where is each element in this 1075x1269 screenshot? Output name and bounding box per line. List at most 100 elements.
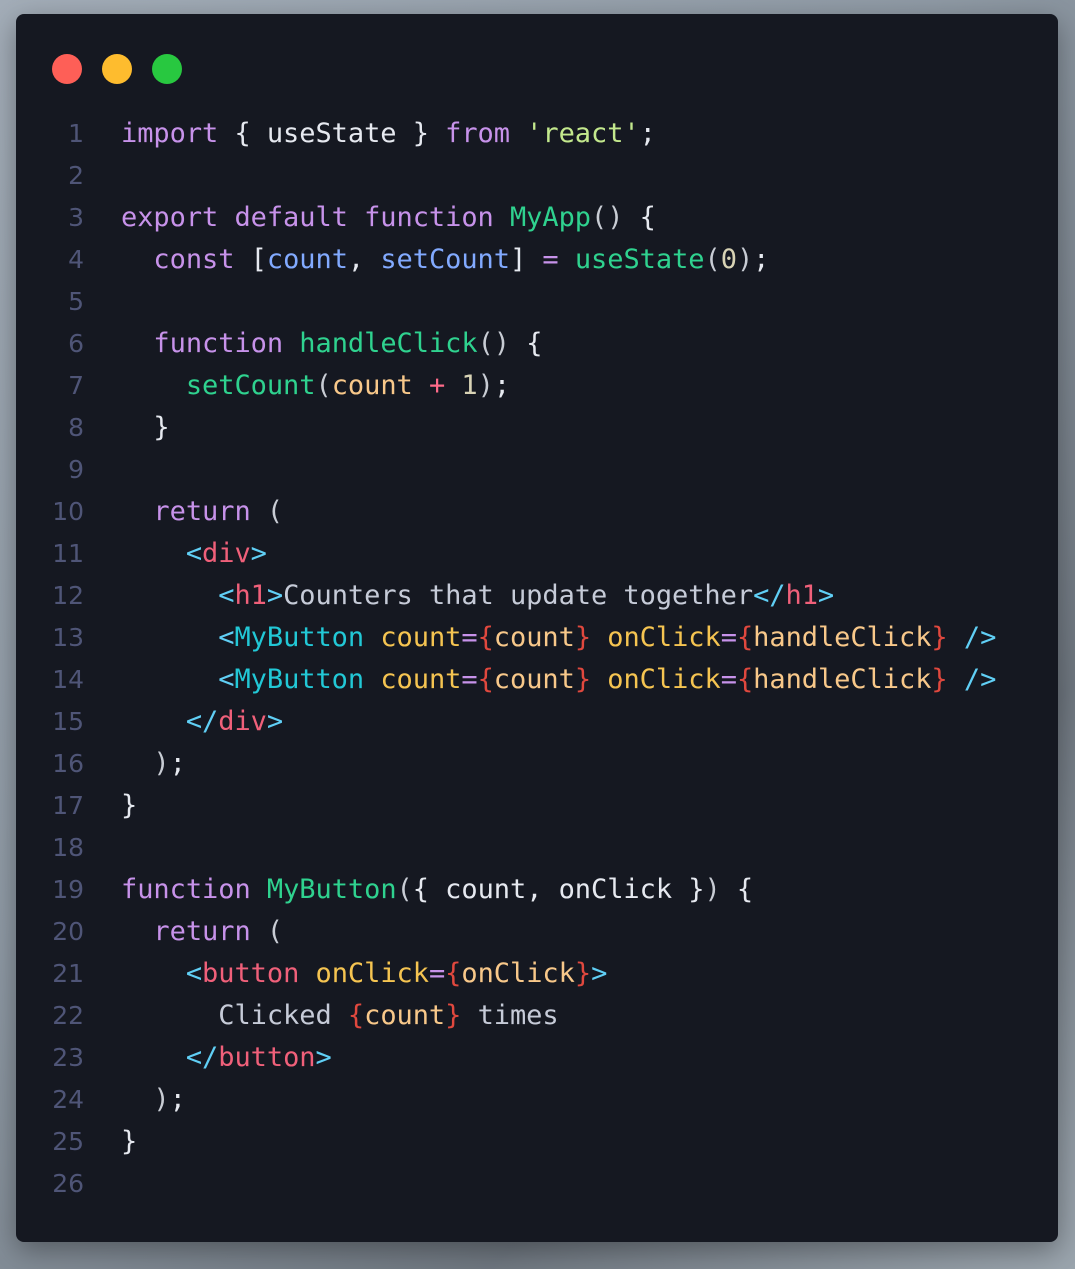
line-number: 9 bbox=[68, 455, 84, 484]
token-str: 'react' bbox=[526, 118, 640, 149]
code-line: 22 Clicked {count} times bbox=[16, 995, 996, 1037]
token-comp: MyButton bbox=[234, 622, 365, 653]
line-number: 21 bbox=[52, 959, 84, 988]
code-line: 13 <MyButton count={count} onClick={hand… bbox=[16, 617, 996, 659]
line-content: const [count, setCount] = useState(0); bbox=[121, 239, 769, 281]
line-content: function handleClick() { bbox=[121, 323, 542, 365]
line-number: 26 bbox=[52, 1169, 84, 1198]
line-content: function MyButton({ count, onClick }) { bbox=[121, 869, 753, 911]
token-plain: } bbox=[121, 790, 138, 821]
token-plain: { useState } bbox=[218, 118, 446, 149]
line-number: 16 bbox=[52, 749, 84, 778]
token-expr: onClick bbox=[461, 958, 575, 989]
minimize-button[interactable] bbox=[102, 54, 132, 84]
token-paren: ( bbox=[396, 874, 413, 905]
code-line: 24 ); bbox=[16, 1079, 996, 1121]
token-text: Clicked bbox=[218, 1000, 348, 1031]
code-line: 23 </button> bbox=[16, 1037, 996, 1079]
code-line: 2 bbox=[16, 155, 996, 197]
token-tag: h1 bbox=[785, 580, 818, 611]
token-paren: ( bbox=[266, 916, 284, 947]
line-number: 24 bbox=[52, 1085, 84, 1114]
close-button[interactable] bbox=[52, 54, 82, 84]
token-brace: { bbox=[477, 622, 494, 653]
token-eq: = bbox=[461, 622, 478, 653]
token-tag: div bbox=[218, 706, 267, 737]
token-tagb: > bbox=[266, 706, 284, 737]
token-tagb: > bbox=[591, 958, 608, 989]
line-number: 20 bbox=[52, 917, 84, 946]
line-number: 5 bbox=[68, 287, 84, 316]
line-content: <div> bbox=[121, 533, 267, 575]
line-content: <MyButton count={count} onClick={handleC… bbox=[121, 659, 996, 701]
maximize-button[interactable] bbox=[152, 54, 182, 84]
token-expr: count bbox=[364, 1000, 446, 1031]
line-number: 18 bbox=[52, 833, 84, 862]
line-content: } bbox=[121, 407, 169, 449]
token-brace: { bbox=[477, 664, 494, 695]
token-paren: ) bbox=[153, 748, 170, 779]
token-tagb: < bbox=[218, 580, 235, 611]
token-plain: ; bbox=[493, 370, 511, 401]
line-content: </div> bbox=[121, 701, 283, 743]
token-brace: } bbox=[574, 622, 592, 653]
token-brace: { bbox=[445, 958, 462, 989]
token-attr: onClick bbox=[315, 958, 430, 989]
token-var: setCount bbox=[380, 244, 510, 275]
line-content: return ( bbox=[121, 491, 283, 533]
token-attr: count bbox=[380, 622, 462, 653]
token-op: = bbox=[542, 244, 559, 275]
token-expr: count bbox=[493, 664, 575, 695]
token-kw: export default function bbox=[121, 202, 494, 233]
line-number: 25 bbox=[52, 1127, 84, 1156]
token-plain: ; bbox=[753, 244, 770, 275]
line-content: ); bbox=[121, 743, 185, 785]
code-line: 20 return ( bbox=[16, 911, 996, 953]
token-tagb: </ bbox=[185, 706, 219, 737]
line-number: 3 bbox=[68, 203, 84, 232]
token-expr: handleClick bbox=[753, 622, 932, 653]
code-line: 5 bbox=[16, 281, 996, 323]
code-line: 7 setCount(count + 1); bbox=[16, 365, 996, 407]
token-plain: { bbox=[509, 328, 543, 359]
token-brace: } bbox=[931, 622, 948, 653]
token-plain: ; bbox=[169, 1084, 186, 1115]
line-number: 12 bbox=[52, 581, 84, 610]
token-brace: } bbox=[931, 664, 948, 695]
code-line: 6 function handleClick() { bbox=[16, 323, 996, 365]
token-brace: } bbox=[445, 1000, 462, 1031]
token-num: 1 bbox=[461, 370, 478, 401]
token-brace: } bbox=[574, 958, 592, 989]
line-number: 10 bbox=[52, 497, 84, 526]
code-window: 1 import { useState } from 'react'; 2 3 expo… bbox=[16, 14, 1058, 1242]
token-plain: ] bbox=[509, 244, 543, 275]
code-line: 3 export default function MyApp() { bbox=[16, 197, 996, 239]
code-line: 25} bbox=[16, 1121, 996, 1163]
window-controls bbox=[52, 54, 182, 84]
code-line: 9 bbox=[16, 449, 996, 491]
line-content: setCount(count + 1); bbox=[121, 365, 510, 407]
code-line: 11 <div> bbox=[16, 533, 996, 575]
token-paren: ) bbox=[477, 370, 494, 401]
token-fn: setCount bbox=[185, 370, 316, 401]
token-kw: const bbox=[153, 244, 235, 275]
token-paren: ( bbox=[704, 244, 721, 275]
token-paren: () bbox=[477, 328, 510, 359]
line-content: <MyButton count={count} onClick={handleC… bbox=[121, 617, 996, 659]
token-plain: , bbox=[347, 244, 381, 275]
token-paren: ) bbox=[736, 244, 754, 275]
